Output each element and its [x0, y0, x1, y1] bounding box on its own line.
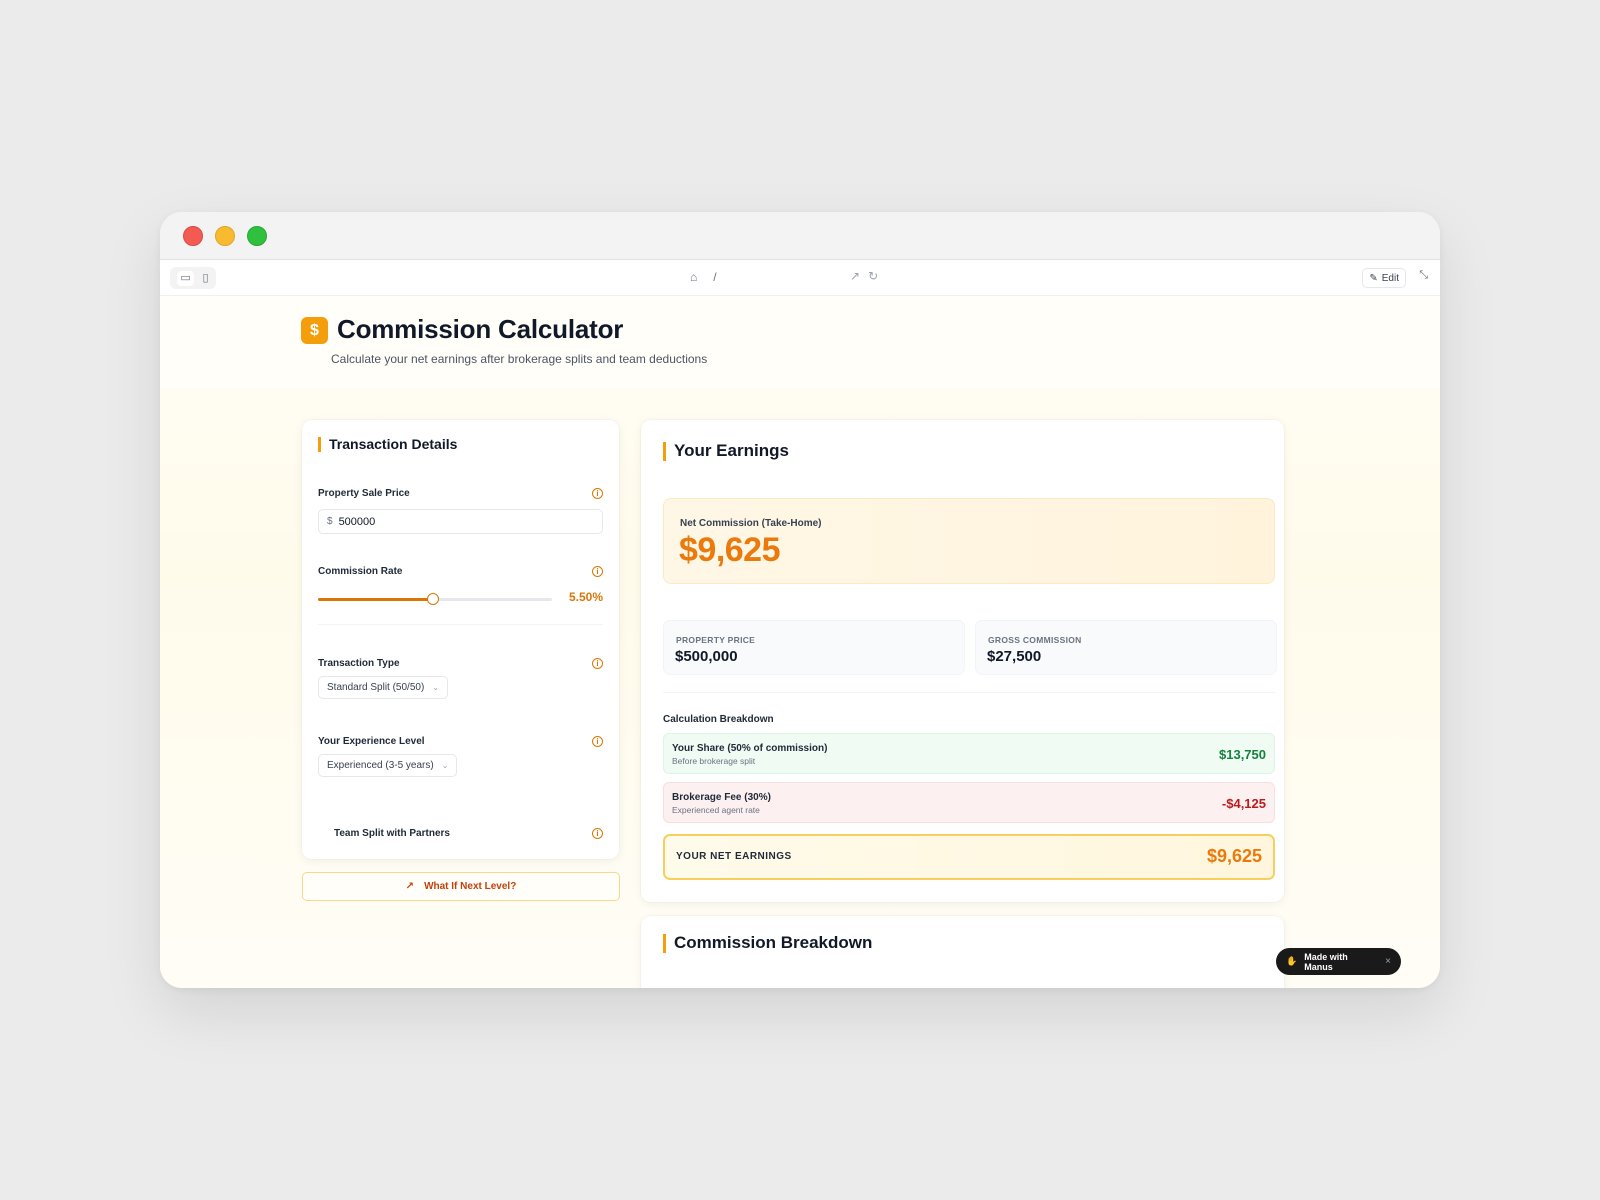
manus-hand-icon: ✋: [1286, 956, 1298, 966]
earnings-card: Your Earnings Net Commission (Take-Home)…: [641, 420, 1284, 902]
your-share-value: $13,750: [1219, 747, 1266, 762]
team-split-label: Team Split with Partners: [334, 828, 450, 839]
page-header: $ Commission Calculator Calculate your n…: [160, 296, 1440, 388]
page-title: Commission Calculator: [337, 314, 624, 344]
divider: [318, 624, 603, 625]
team-split-info-icon[interactable]: i: [592, 828, 603, 839]
commission-breakdown-card: Commission Breakdown: [641, 916, 1284, 988]
minimize-window-button[interactable]: [215, 226, 235, 246]
slider-fill: [318, 598, 433, 601]
app-content: $ Commission Calculator Calculate your n…: [160, 296, 1440, 988]
net-commission-label: Net Commission (Take-Home): [680, 518, 822, 529]
address-path: /: [713, 270, 717, 284]
mobile-icon[interactable]: ▯: [203, 272, 209, 284]
experience-select[interactable]: Experienced (3-5 years) ⌄: [318, 754, 458, 777]
transaction-type-label: Transaction Type: [318, 658, 400, 669]
net-commission-amount: $9,625: [679, 531, 781, 569]
manus-badge-label: Made with Manus: [1304, 951, 1348, 972]
home-icon[interactable]: ⌂: [690, 270, 697, 284]
desktop-icon[interactable]: ▭: [177, 270, 194, 286]
team-split-row[interactable]: Team Split with Partners: [318, 828, 603, 842]
dollar-logo-icon: $: [301, 317, 328, 344]
edit-icon: ✎: [1369, 272, 1378, 284]
trending-up-icon: ↗: [405, 881, 415, 892]
your-share-sublabel: Before brokerage split: [672, 756, 756, 766]
refresh-icon[interactable]: ↻: [868, 269, 878, 283]
experience-value: Experienced (3-5 years): [327, 760, 434, 771]
gross-commission-value: $27,500: [987, 648, 1042, 665]
gross-commission-label: GROSS COMMISSION: [988, 635, 1082, 645]
browser-window: ▭ ▯ ⌂ / ↗ ↻ ✎ Edit ⤡ $ Commission Calcul…: [160, 212, 1440, 988]
what-if-label: What If Next Level?: [424, 881, 517, 892]
address-bar[interactable]: ⌂ /: [690, 270, 717, 284]
net-commission-panel: Net Commission (Take-Home) $9,625: [663, 498, 1275, 584]
team-split-checkbox[interactable]: [318, 829, 329, 840]
transaction-details-card: Transaction Details Property Sale Price …: [302, 420, 619, 859]
transaction-details-title: Transaction Details: [318, 436, 457, 453]
brokerage-fee-value: -$4,125: [1221, 796, 1266, 811]
net-earnings-total: YOUR NET EARNINGS $9,625: [663, 834, 1275, 880]
what-if-next-level-button[interactable]: ↗ What If Next Level?: [302, 872, 620, 901]
transaction-type-value: Standard Split (50/50): [327, 682, 425, 693]
net-earnings-label: YOUR NET EARNINGS: [676, 851, 792, 862]
close-icon[interactable]: ×: [1385, 956, 1391, 967]
edit-button[interactable]: ✎ Edit: [1362, 268, 1406, 288]
transaction-type-info-icon[interactable]: i: [592, 658, 603, 669]
property-price-label: PROPERTY PRICE: [676, 635, 756, 645]
transaction-type-select[interactable]: Standard Split (50/50) ⌄: [318, 676, 448, 699]
open-external-icon[interactable]: ↗: [850, 269, 860, 283]
property-price-stat: PROPERTY PRICE $500,000: [663, 620, 965, 675]
commission-rate-value: 5.50%: [568, 590, 603, 604]
made-with-manus-badge[interactable]: ✋ Made with Manus ×: [1276, 948, 1401, 975]
experience-info-icon[interactable]: i: [592, 736, 603, 747]
commission-rate-label: Commission Rate: [318, 566, 403, 577]
currency-symbol: $: [327, 516, 333, 527]
your-share-label: Your Share (50% of commission): [672, 743, 828, 754]
maximize-window-button[interactable]: [247, 226, 267, 246]
slider-handle[interactable]: [426, 593, 439, 605]
net-earnings-value: $9,625: [1206, 846, 1262, 866]
commission-rate-slider[interactable]: [318, 593, 552, 605]
commission-rate-info-icon[interactable]: i: [592, 566, 603, 577]
page-subtitle: Calculate your net earnings after broker…: [331, 352, 708, 366]
brokerage-fee-label: Brokerage Fee (30%): [672, 792, 771, 803]
collapse-icon[interactable]: ⤡: [1419, 269, 1428, 282]
brokerage-fee-row: Brokerage Fee (30%) Experienced agent ra…: [663, 782, 1275, 823]
preview-toolbar: ▭ ▯ ⌂ / ↗ ↻ ✎ Edit ⤡: [160, 260, 1440, 296]
sale-price-input[interactable]: [338, 515, 579, 528]
device-toggle: ▭ ▯: [170, 267, 216, 289]
gross-commission-stat: GROSS COMMISSION $27,500: [975, 620, 1277, 675]
earnings-title: Your Earnings: [663, 441, 789, 461]
edit-label: Edit: [1381, 272, 1399, 284]
calculation-breakdown-title: Calculation Breakdown: [663, 714, 774, 725]
close-window-button[interactable]: [183, 226, 203, 246]
sale-price-info-icon[interactable]: i: [592, 488, 603, 499]
sale-price-field[interactable]: $: [318, 509, 603, 534]
commission-breakdown-title: Commission Breakdown: [663, 933, 872, 953]
your-share-row: Your Share (50% of commission) Before br…: [663, 733, 1275, 774]
property-price-value: $500,000: [675, 648, 738, 665]
sale-price-label: Property Sale Price: [318, 488, 410, 499]
title-bar: [160, 212, 1440, 260]
chevron-down-icon: ⌄: [441, 761, 449, 770]
experience-label: Your Experience Level: [318, 736, 425, 747]
chevron-down-icon: ⌄: [432, 683, 439, 692]
divider: [663, 692, 1275, 693]
brokerage-fee-sublabel: Experienced agent rate: [672, 805, 760, 815]
